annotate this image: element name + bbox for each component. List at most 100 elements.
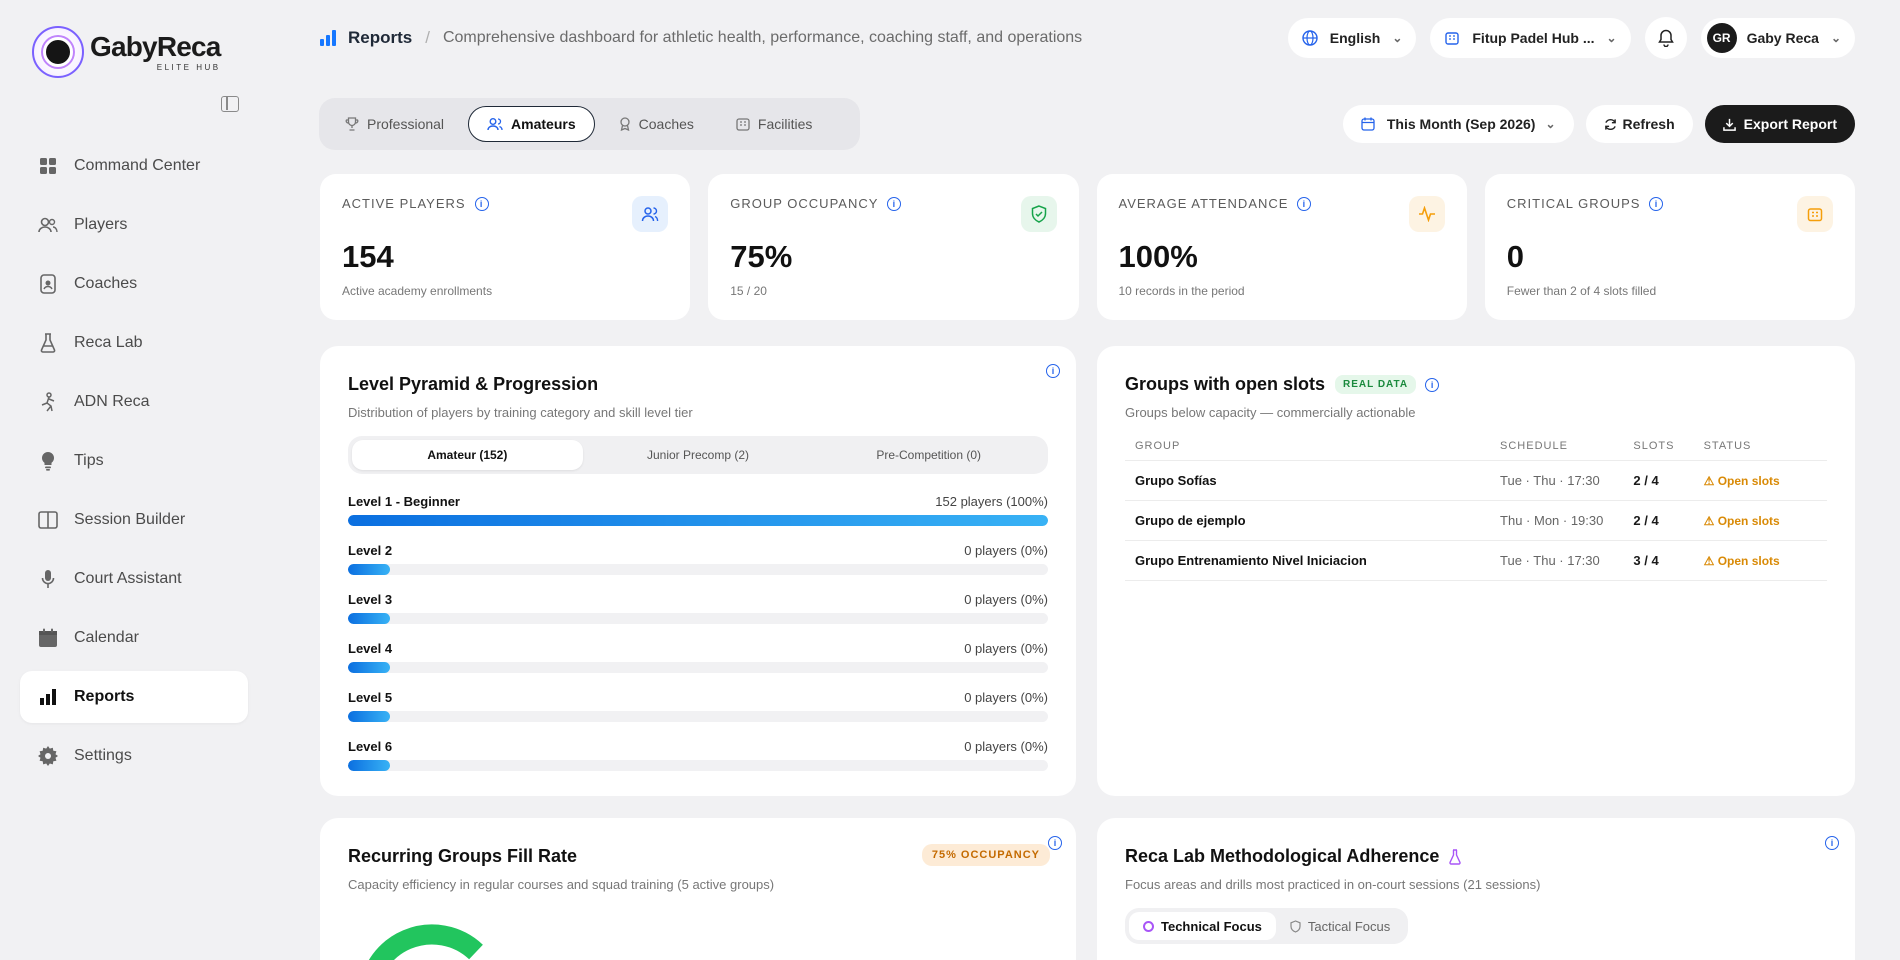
level-row: Level 4 0 players (0%)	[348, 641, 1048, 673]
sidebar-item-players[interactable]: Players	[20, 199, 248, 251]
table-row[interactable]: Grupo Sofías Tue · Thu · 17:30 2 / 4 ⚠ Open…	[1125, 460, 1827, 501]
info-icon[interactable]: i	[1046, 364, 1060, 378]
segment-pre-competition[interactable]: Pre-Competition (0)	[813, 440, 1044, 470]
level-count: 0 players (0%)	[964, 641, 1048, 656]
category-segmented-control: Amateur (152) Junior Precomp (2) Pre-Com…	[348, 436, 1048, 474]
tab-facilities[interactable]: Facilities	[718, 106, 830, 142]
venue-value: Fitup Padel Hub ...	[1472, 30, 1595, 46]
page-description: Comprehensive dashboard for athletic hea…	[442, 29, 1083, 46]
trophy-icon	[345, 117, 359, 131]
language-select[interactable]: English ⌄	[1287, 18, 1417, 58]
status-badge: Open slots	[1717, 553, 1780, 568]
sidebar-item-session-builder[interactable]: Session Builder	[20, 494, 248, 546]
tab-technical-focus[interactable]: Technical Focus	[1129, 912, 1276, 940]
level-bar-track	[348, 613, 1048, 624]
tab-professional[interactable]: Professional	[327, 106, 462, 142]
building-icon	[1797, 196, 1833, 232]
sidebar-item-settings[interactable]: Settings	[20, 730, 248, 782]
sidebar-toggle-icon[interactable]	[221, 96, 239, 112]
tab-coaches[interactable]: Coaches	[601, 106, 712, 142]
info-icon[interactable]: i	[1649, 196, 1664, 211]
real-data-badge: REAL DATA	[1335, 375, 1417, 394]
sidebar-item-court-assistant[interactable]: Court Assistant	[20, 553, 248, 605]
page-title: Reports	[348, 28, 413, 47]
warning-icon: ⚠	[1703, 553, 1718, 568]
info-icon[interactable]: i	[1297, 196, 1312, 211]
tab-label: Amateurs	[511, 116, 576, 132]
chevron-down-icon: ⌄	[1545, 117, 1556, 131]
panel-subtitle: Distribution of players by training cate…	[348, 405, 693, 420]
kpi-subtext: 10 records in the period	[1118, 284, 1245, 298]
sidebar-item-label: ADN Reca	[74, 393, 150, 410]
brand-logo[interactable]: GabyReca ELITE HUB	[32, 26, 221, 78]
sidebar-item-adn-reca[interactable]: ADN Reca	[20, 376, 248, 428]
user-name: Gaby Reca	[1746, 30, 1819, 46]
dna-icon	[38, 392, 58, 412]
sidebar-item-tips[interactable]: Tips	[20, 435, 248, 487]
refresh-button[interactable]: Refresh	[1585, 105, 1693, 143]
export-report-button[interactable]: Export Report	[1704, 105, 1855, 143]
info-icon[interactable]: i	[474, 196, 489, 211]
building-icon	[1444, 30, 1460, 46]
tab-label: Coaches	[638, 116, 694, 132]
level-row: Level 2 0 players (0%)	[348, 543, 1048, 575]
sidebar-item-calendar[interactable]: Calendar	[20, 612, 248, 664]
tab-label: Facilities	[757, 116, 813, 132]
level-count: 0 players (0%)	[964, 690, 1048, 705]
logo-mark-icon	[32, 26, 84, 78]
kpi-card-group-occupancy: GROUP OCCUPANCY i 75% 15 / 20	[708, 174, 1079, 320]
export-label: Export Report	[1743, 116, 1837, 132]
level-name: Level 2	[348, 543, 393, 558]
level-bar-track	[348, 564, 1048, 575]
column-header: STATUS	[1693, 440, 1827, 461]
users-icon	[487, 117, 503, 131]
sidebar: GabyReca ELITE HUB Command Center Player…	[0, 0, 268, 960]
sidebar-item-label: Players	[74, 216, 128, 233]
info-icon[interactable]: i	[1048, 836, 1062, 850]
level-name: Level 4	[348, 641, 393, 656]
column-header: SCHEDULE	[1490, 440, 1624, 461]
status-cell: ⚠ Open slots	[1693, 500, 1827, 541]
notifications-button[interactable]	[1644, 17, 1687, 59]
sidebar-item-reca-lab[interactable]: Reca Lab	[20, 317, 248, 369]
tab-label: Professional	[367, 116, 445, 132]
table-row[interactable]: Grupo de ejemplo Thu · Mon · 19:30 2 / 4 ⚠ …	[1125, 500, 1827, 541]
level-name: Level 6	[348, 739, 393, 754]
user-menu[interactable]: GR Gaby Reca ⌄	[1700, 18, 1855, 58]
chevron-down-icon: ⌄	[1392, 31, 1403, 45]
segment-amateur[interactable]: Amateur (152)	[352, 440, 583, 470]
building-icon	[736, 117, 750, 131]
sidebar-item-label: Calendar	[74, 629, 139, 646]
info-icon[interactable]: i	[1825, 836, 1839, 850]
level-count: 152 players (100%)	[935, 494, 1048, 509]
sidebar-item-reports[interactable]: Reports	[20, 671, 248, 723]
gear-icon	[38, 746, 58, 766]
info-icon[interactable]: i	[1425, 377, 1440, 392]
sidebar-item-coaches[interactable]: Coaches	[20, 258, 248, 310]
schedule-cell: Tue · Thu · 17:30	[1490, 460, 1624, 501]
bar-chart-icon	[320, 30, 336, 46]
level-bar-track	[348, 662, 1048, 673]
tab-amateurs[interactable]: Amateurs	[468, 106, 595, 142]
segment-junior-precomp[interactable]: Junior Precomp (2)	[583, 440, 814, 470]
avatar: GR	[1706, 23, 1737, 53]
panel-subtitle: Capacity efficiency in regular courses a…	[348, 877, 775, 892]
warning-icon: ⚠	[1703, 473, 1718, 488]
period-select[interactable]: This Month (Sep 2026) ⌄	[1342, 105, 1574, 143]
info-icon[interactable]: i	[887, 196, 902, 211]
sidebar-item-label: Court Assistant	[74, 570, 182, 587]
focus-tabs: Technical Focus Tactical Focus	[1125, 908, 1409, 944]
kpi-subtext: Active academy enrollments	[342, 284, 493, 298]
tab-tactical-focus[interactable]: Tactical Focus	[1276, 912, 1404, 940]
target-icon	[1143, 920, 1154, 932]
brand-name: GabyReca	[90, 30, 221, 62]
venue-select[interactable]: Fitup Padel Hub ... ⌄	[1430, 18, 1631, 58]
level-bar-fill	[348, 711, 390, 722]
sidebar-item-command-center[interactable]: Command Center	[20, 140, 248, 192]
kpi-subtext: Fewer than 2 of 4 slots filled	[1506, 284, 1657, 298]
table-row[interactable]: Grupo Entrenamiento Nivel Iniciacion Tue …	[1125, 540, 1827, 581]
chevron-down-icon: ⌄	[1606, 31, 1617, 45]
breadcrumb-separator: /	[425, 28, 430, 47]
kpi-label: GROUP OCCUPANCY	[730, 196, 879, 211]
tab-label: Tactical Focus	[1307, 918, 1391, 934]
